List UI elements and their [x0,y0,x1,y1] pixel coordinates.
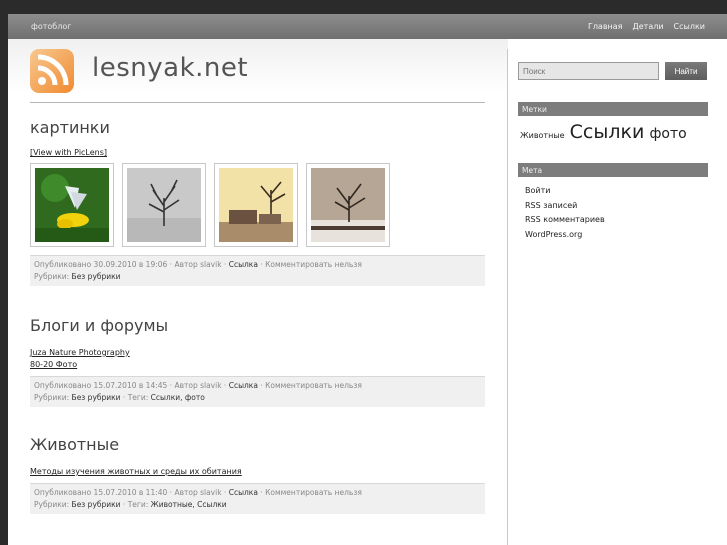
login-link[interactable]: Войти [525,184,605,199]
top-bar: фотоблог Главная Детали Ссылки [8,14,727,39]
nav-home[interactable]: Главная [588,22,623,31]
search-form: Найти [518,62,707,80]
tag-links[interactable]: Животные, Ссылки [151,500,227,509]
tree-house-image [219,168,293,242]
post-pictures: картинки [View with PicLens] Опубликован… [30,118,485,286]
rss-icon[interactable] [30,49,74,93]
post-animals: Животные Методы изучения животных и сред… [30,435,485,514]
thumbnail-tree-fog[interactable] [122,163,206,247]
header-divider [30,102,485,103]
piclens-link[interactable]: [View with PicLens] [30,147,485,159]
search-button[interactable]: Найти [665,62,707,80]
meta-categories-label: Рубрики: [34,393,72,402]
rss-comments-link[interactable]: RSS комментариев [525,213,605,228]
meta-posted: Опубликовано 15.07.2010 в 11:40 · Автор … [34,488,229,497]
meta-list: Войти RSS записей RSS комментариев WordP… [525,184,605,242]
wordpress-link[interactable]: WordPress.org [525,228,605,243]
meta-posted: Опубликовано 30.09.2010 в 19:06 · Автор … [34,260,229,269]
tree-snow-image [311,168,385,242]
top-nav: Главная Детали Ссылки [588,22,705,31]
page: фотоблог Главная Детали Ссылки lesnyak.n… [8,14,727,545]
thumbnail-tree-house[interactable] [214,163,298,247]
thumbnail-tree-snow[interactable] [306,163,390,247]
column-divider [507,49,508,545]
meta-heading: Мета [518,163,708,177]
meta-comments: · Комментировать нельзя [257,488,362,497]
search-input[interactable] [518,62,659,80]
link-animal-methods[interactable]: Методы изучения животных и среды их обит… [30,466,485,478]
permalink[interactable]: Ссылка [229,488,258,497]
meta-categories-label: Рубрики: [34,272,72,281]
meta-categories-label: Рубрики: [34,500,72,509]
link-juza[interactable]: Juza Nature Photography [30,347,485,359]
tag-links[interactable]: Ссылки, фото [151,393,205,402]
post-meta: Опубликовано 15.07.2010 в 11:40 · Автор … [30,483,485,514]
tree-fog-image [127,168,201,242]
permalink[interactable]: Ссылка [229,260,258,269]
meta-comments: · Комментировать нельзя [257,381,362,390]
rss-entries-link[interactable]: RSS записей [525,199,605,214]
tag-links[interactable]: Ссылки [570,121,645,143]
post-meta: Опубликовано 30.09.2010 в 19:06 · Автор … [30,255,485,286]
meta-tags-label: · Теги: [120,500,151,509]
butterfly-image [35,168,109,242]
tag-photo[interactable]: фото [649,126,686,142]
post-title[interactable]: картинки [30,118,485,137]
meta-comments: · Комментировать нельзя [257,260,362,269]
nav-links[interactable]: Ссылки [674,22,705,31]
thumbnail-butterfly[interactable] [30,163,114,247]
category-link[interactable]: Без рубрики [72,272,121,281]
tag-cloud: Животные Ссылки фото [520,121,687,143]
post-title[interactable]: Животные [30,435,485,454]
meta-posted: Опубликовано 15.07.2010 в 14:45 · Автор … [34,381,229,390]
category-link[interactable]: Без рубрики [72,393,121,402]
permalink[interactable]: Ссылка [229,381,258,390]
thumbnail-row [30,163,485,247]
tag-animals[interactable]: Животные [520,131,565,140]
tags-heading: Метки [518,102,708,116]
post-meta: Опубликовано 15.07.2010 в 14:45 · Автор … [30,376,485,407]
category-link[interactable]: Без рубрики [72,500,121,509]
nav-details[interactable]: Детали [633,22,664,31]
header-background [8,39,508,94]
post-title[interactable]: Блоги и форумы [30,316,485,335]
meta-tags-label: · Теги: [120,393,151,402]
link-80-20[interactable]: 80-20 Фото [30,359,485,371]
post-blogs-forums: Блоги и форумы Juza Nature Photography 8… [30,316,485,407]
tagline: фотоблог [31,22,72,31]
site-title[interactable]: lesnyak.net [92,53,248,83]
